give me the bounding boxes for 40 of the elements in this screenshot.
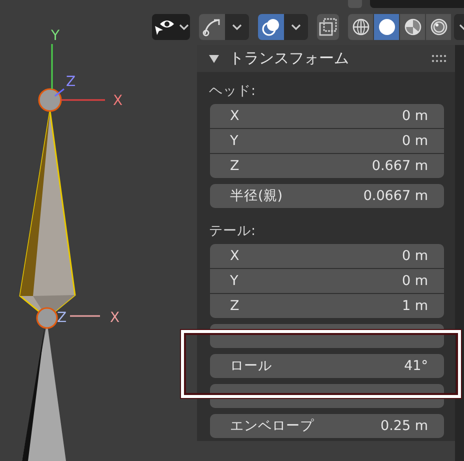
axis-label: Z <box>57 310 67 326</box>
wireframe-shading-button[interactable] <box>348 14 373 40</box>
material-shading-button[interactable] <box>400 14 425 40</box>
material-sphere-icon <box>404 18 422 36</box>
chevron-down-icon <box>232 24 242 30</box>
panel-header[interactable]: トランスフォーム <box>197 45 455 72</box>
number-field[interactable]: X 0 m <box>210 244 444 268</box>
number-field[interactable]: Z 1 m <box>210 294 444 318</box>
number-field[interactable]: Y 0 m <box>210 129 444 153</box>
xray-button[interactable] <box>317 14 339 40</box>
section-label: テール: <box>209 222 257 241</box>
rendered-shading-button[interactable] <box>426 14 451 40</box>
overlay-button[interactable] <box>258 14 284 40</box>
solid-shading-button[interactable] <box>374 14 399 40</box>
number-field[interactable]: Z 0.667 m <box>210 154 444 178</box>
axis-label: Z <box>66 74 76 90</box>
axis-label: Y <box>51 28 60 44</box>
visibility-button[interactable] <box>152 14 190 40</box>
axis-label: X <box>113 93 123 109</box>
rendered-sphere-icon <box>430 18 448 36</box>
number-field[interactable]: ロール 41° <box>210 354 444 378</box>
xray-squares-icon <box>319 18 337 36</box>
number-field[interactable]: X 0 m <box>210 104 444 128</box>
bone-display-button[interactable] <box>199 14 225 40</box>
wireframe-sphere-icon <box>352 18 370 36</box>
number-field[interactable]: 半径(親) 0.0667 m <box>210 184 444 208</box>
overlay-circles-icon <box>261 17 281 37</box>
dropdown-button[interactable] <box>225 14 249 40</box>
bone-curve-icon <box>202 17 222 37</box>
section-label: ヘッド: <box>209 82 257 101</box>
number-field[interactable]: エンベロープ 0.25 m <box>210 414 444 438</box>
panel-title: トランスフォーム <box>229 49 350 68</box>
chevron-down-icon <box>291 24 301 30</box>
solid-sphere-icon <box>378 18 396 36</box>
drag-handle-icon <box>432 54 446 62</box>
number-field[interactable]: Y 0 m <box>210 269 444 293</box>
dropdown-button[interactable] <box>284 14 308 40</box>
header-field[interactable] <box>370 0 464 8</box>
axis-label: X <box>110 310 120 326</box>
eye-cursor-icon <box>154 18 176 36</box>
